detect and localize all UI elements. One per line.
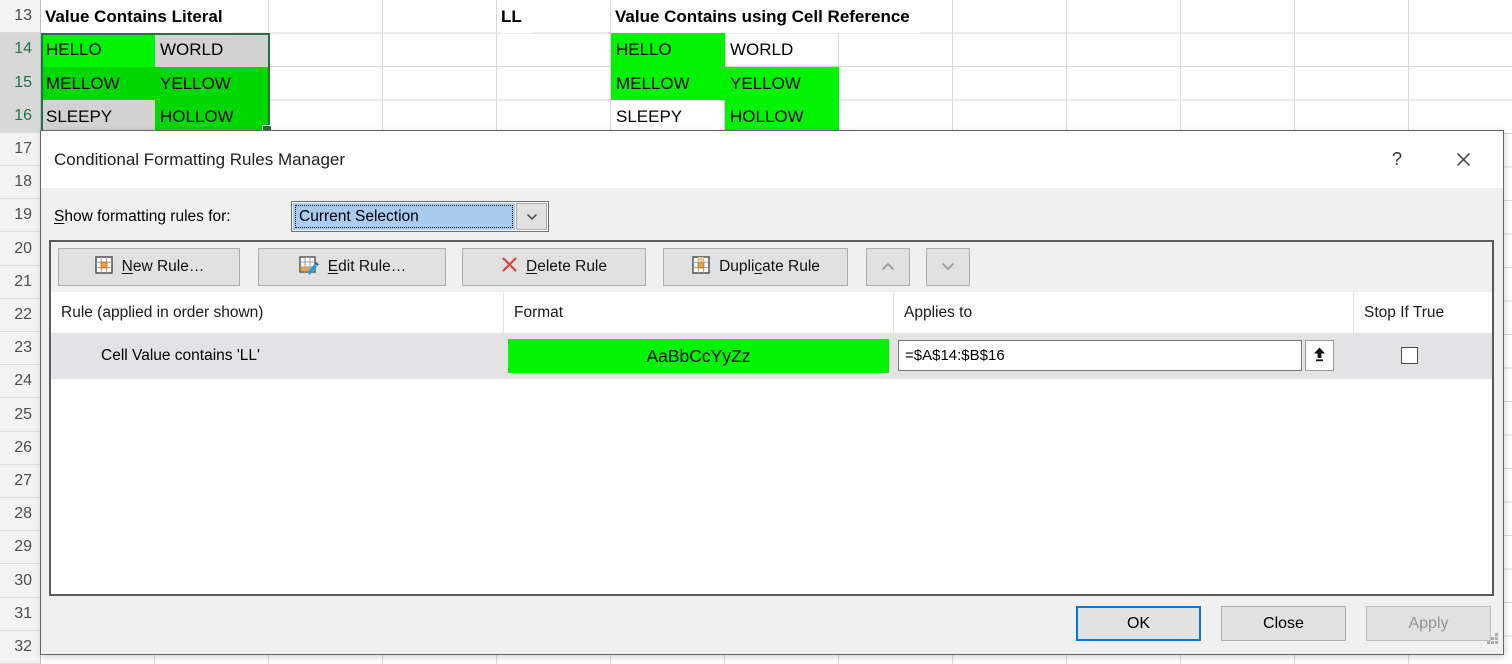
table-grid-icon	[94, 255, 114, 280]
sheet-cell-b15[interactable]: YELLOW	[155, 67, 270, 100]
row-header[interactable]: 25	[0, 398, 40, 431]
rules-panel: New Rule… Edit Rule… Delete Rule	[49, 240, 1494, 596]
sheet-cell-f16[interactable]: SLEEPY	[611, 100, 725, 133]
applies-to-input[interactable]	[898, 340, 1302, 371]
row-header[interactable]: 24	[0, 365, 40, 398]
row-header[interactable]: 23	[0, 332, 40, 365]
column-divider	[893, 292, 894, 333]
move-rule-down-button[interactable]	[926, 248, 970, 286]
sheet-cell-b16[interactable]: HOLLOW	[155, 100, 270, 133]
sheet-cell-a15[interactable]: MELLOW	[41, 67, 155, 100]
red-x-icon	[501, 256, 518, 278]
column-header-rule: Rule (applied in order shown)	[61, 292, 263, 333]
column-header-format: Format	[514, 292, 563, 333]
row-header[interactable]: 13	[0, 0, 40, 33]
sheet-cell-a16[interactable]: SLEEPY	[41, 100, 155, 133]
column-header-applies-to: Applies to	[904, 292, 972, 333]
new-rule-label: New Rule…	[122, 258, 205, 276]
row-header[interactable]: 20	[0, 232, 40, 265]
row-header[interactable]: 15	[0, 66, 40, 99]
collapse-range-button[interactable]	[1305, 340, 1334, 371]
show-rules-accel: S	[54, 208, 64, 225]
rules-toolbar: New Rule… Edit Rule… Delete Rule	[51, 242, 1492, 292]
row-header[interactable]: 27	[0, 465, 40, 498]
row-header[interactable]: 28	[0, 498, 40, 531]
row-header[interactable]: 21	[0, 266, 40, 299]
table-grid-icon	[691, 255, 711, 280]
sheet-cell-g16[interactable]: HOLLOW	[725, 100, 839, 133]
dropdown-selected-value[interactable]: Current Selection	[293, 203, 515, 230]
duplicate-rule-button[interactable]: Duplicate Rule	[663, 248, 848, 286]
format-preview: AaBbCcYyZz	[508, 339, 889, 373]
sheet-title-left[interactable]: Value Contains Literal	[45, 0, 233, 33]
table-grid-pencil-icon	[298, 255, 320, 280]
sheet-cell-f15[interactable]: MELLOW	[611, 67, 725, 100]
rule-description: Cell Value contains 'LL'	[101, 333, 260, 379]
ok-button[interactable]: OK	[1076, 606, 1201, 641]
move-rule-up-button[interactable]	[866, 248, 910, 286]
sheet-title-ll[interactable]: LL	[501, 0, 532, 33]
edit-rule-button[interactable]: Edit Rule…	[258, 248, 446, 286]
row-header[interactable]: 29	[0, 531, 40, 564]
column-divider	[503, 292, 504, 333]
column-divider	[1353, 292, 1354, 333]
delete-rule-button[interactable]: Delete Rule	[462, 248, 646, 286]
chevron-down-icon	[941, 258, 955, 276]
show-rules-rest: how formatting rules for:	[64, 208, 230, 225]
chevron-down-icon[interactable]	[516, 203, 547, 230]
sheet-cell-b14[interactable]: WORLD	[155, 33, 270, 67]
row-header[interactable]: 30	[0, 564, 40, 597]
column-header-stop-if-true: Stop If True	[1364, 292, 1444, 333]
row-header[interactable]: 14	[0, 33, 40, 66]
row-header[interactable]: 31	[0, 598, 40, 631]
resize-grip-icon[interactable]	[1486, 632, 1499, 650]
sheet-cell-g14[interactable]: WORLD	[725, 33, 839, 67]
chevron-up-icon	[881, 258, 895, 276]
row-header[interactable]: 18	[0, 166, 40, 199]
row-header[interactable]: 26	[0, 432, 40, 465]
help-button[interactable]: ?	[1381, 143, 1413, 175]
excel-window: 13 14 15 16 17 18 19 20 21 22 23 24 25 2…	[0, 0, 1512, 664]
apply-button[interactable]: Apply	[1366, 606, 1491, 641]
row-header[interactable]: 19	[0, 199, 40, 232]
up-arrow-icon	[1313, 347, 1326, 365]
delete-rule-label: Delete Rule	[526, 258, 607, 276]
sheet-cell-g15[interactable]: YELLOW	[725, 67, 839, 100]
edit-rule-label: Edit Rule…	[328, 258, 406, 276]
new-rule-button[interactable]: New Rule…	[58, 248, 240, 286]
dialog-titlebar[interactable]: Conditional Formatting Rules Manager ?	[41, 131, 1503, 188]
row-header-column: 13 14 15 16 17 18 19 20 21 22 23 24 25 2…	[0, 0, 41, 664]
conditional-formatting-rules-manager-dialog: Conditional Formatting Rules Manager ? S…	[40, 130, 1504, 655]
rule-list-row[interactable]: Cell Value contains 'LL' AaBbCcYyZz	[51, 333, 1492, 379]
dialog-title: Conditional Formatting Rules Manager	[54, 131, 345, 188]
show-rules-label: Show formatting rules for:	[54, 201, 231, 232]
rules-list-header: Rule (applied in order shown) Format App…	[51, 292, 1492, 334]
sheet-cell-a14[interactable]: HELLO	[41, 33, 155, 67]
row-header[interactable]: 17	[0, 133, 40, 166]
show-rules-dropdown[interactable]: Current Selection	[291, 201, 549, 232]
row-header[interactable]: 16	[0, 100, 40, 133]
duplicate-rule-label: Duplicate Rule	[719, 258, 820, 276]
close-button[interactable]: Close	[1221, 606, 1346, 641]
sheet-title-right[interactable]: Value Contains using Cell Reference	[615, 0, 920, 33]
row-header[interactable]: 22	[0, 299, 40, 332]
row-header[interactable]: 32	[0, 631, 40, 664]
stop-if-true-checkbox[interactable]	[1401, 347, 1418, 364]
sheet-cell-f14[interactable]: HELLO	[611, 33, 725, 67]
close-icon[interactable]	[1447, 143, 1479, 175]
